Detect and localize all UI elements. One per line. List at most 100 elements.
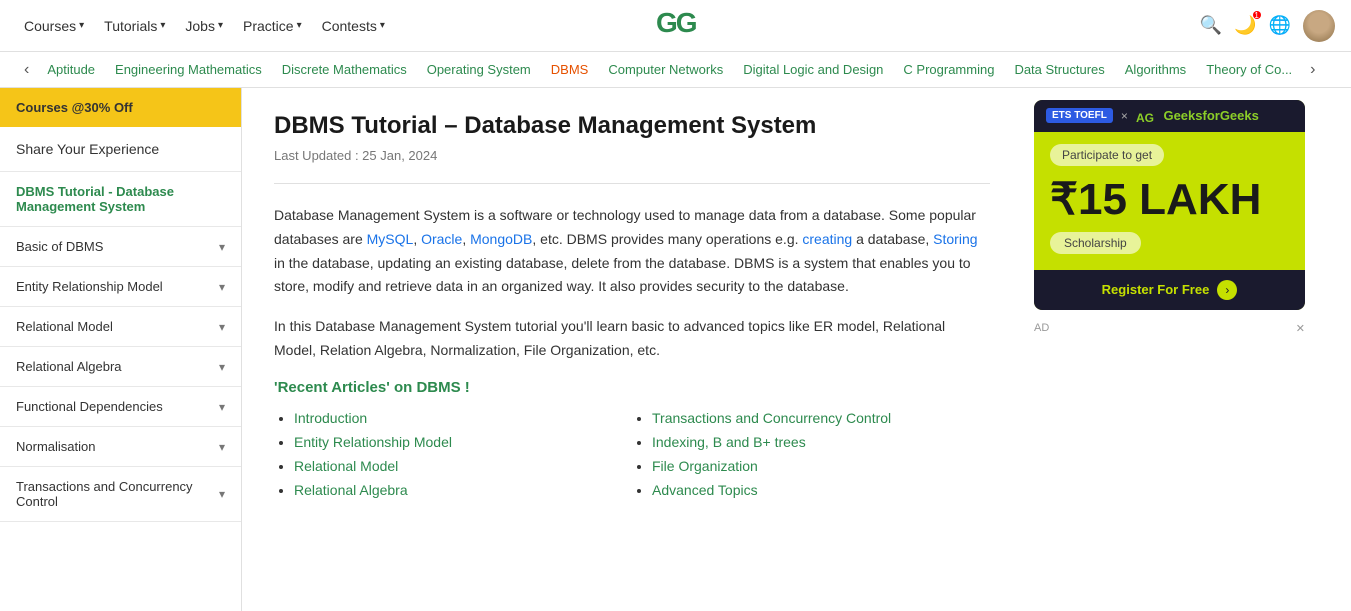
article-introduction-link[interactable]: Introduction — [294, 410, 367, 426]
relational-algebra-chevron-icon: ▾ — [219, 360, 225, 374]
nav-courses-label: Courses — [24, 18, 76, 34]
subnav-next-arrow[interactable]: › — [1302, 61, 1323, 79]
subnav-c-programming[interactable]: C Programming — [893, 52, 1004, 88]
nav-courses[interactable]: Courses ▾ — [16, 14, 92, 38]
article-relational-model-link[interactable]: Relational Model — [294, 458, 398, 474]
article-advanced-topics-link[interactable]: Advanced Topics — [652, 482, 758, 498]
page-title: DBMS Tutorial – Database Management Syst… — [274, 112, 990, 140]
ad-label: AD — [1034, 322, 1049, 334]
articles-list-right: Transactions and Concurrency Control Ind… — [632, 410, 990, 498]
nav-contests-label: Contests — [322, 18, 377, 34]
article-transactions-link[interactable]: Transactions and Concurrency Control — [652, 410, 891, 426]
nav-tutorials[interactable]: Tutorials ▾ — [96, 14, 173, 38]
list-item: Relational Model — [294, 458, 632, 474]
translate-icon[interactable]: 🌐 — [1269, 15, 1291, 36]
normalisation-chevron-icon: ▾ — [219, 440, 225, 454]
article-file-organization-link[interactable]: File Organization — [652, 458, 758, 474]
content-divider — [274, 183, 990, 184]
main-nav: Courses ▾ Tutorials ▾ Jobs ▾ Practice ▾ … — [16, 14, 1200, 38]
ad-box: ETS TOEFL × AG GeeksforGeeks Participate… — [1034, 100, 1305, 310]
articles-list-left: Introduction Entity Relationship Model R… — [274, 410, 632, 498]
sidebar-relational-algebra-label: Relational Algebra — [16, 359, 122, 374]
avatar[interactable] — [1303, 10, 1335, 42]
subnav-engineering-math[interactable]: Engineering Mathematics — [105, 52, 272, 88]
toefl-badge: ETS TOEFL — [1046, 108, 1113, 123]
subnav-operating-system[interactable]: Operating System — [417, 52, 541, 88]
sidebar-entity-relationship-label: Entity Relationship Model — [16, 279, 163, 294]
mysql-link[interactable]: MySQL — [367, 231, 414, 247]
sidebar-relational-algebra[interactable]: Relational Algebra ▾ — [0, 347, 241, 387]
article-indexing-link[interactable]: Indexing, B and B+ trees — [652, 434, 806, 450]
sidebar-relational-model-label: Relational Model — [16, 319, 113, 334]
svg-text:AG: AG — [1136, 111, 1154, 124]
subnav-digital-logic[interactable]: Digital Logic and Design — [733, 52, 893, 88]
functional-deps-chevron-icon: ▾ — [219, 400, 225, 414]
creating-link[interactable]: creating — [802, 231, 852, 247]
subnav-theory[interactable]: Theory of Co... — [1196, 52, 1302, 88]
sidebar-normalisation[interactable]: Normalisation ▾ — [0, 427, 241, 467]
nav-practice[interactable]: Practice ▾ — [235, 14, 310, 38]
dark-mode-icon[interactable]: 🌙 1 — [1234, 15, 1256, 36]
list-item: File Organization — [652, 458, 990, 474]
ad-amount: ₹15 LAKH — [1050, 178, 1261, 222]
subnav-prev-arrow[interactable]: ‹ — [16, 61, 37, 79]
storing-link[interactable]: Storing — [933, 231, 977, 247]
subnav-aptitude[interactable]: Aptitude — [37, 52, 105, 88]
ad-header: ETS TOEFL × AG GeeksforGeeks — [1034, 100, 1305, 132]
intro-paragraph-1: Database Management System is a software… — [274, 204, 990, 299]
nav-jobs-label: Jobs — [185, 18, 215, 34]
mongodb-link[interactable]: MongoDB — [470, 231, 532, 247]
nav-practice-label: Practice — [243, 18, 294, 34]
sidebar-entity-relationship[interactable]: Entity Relationship Model ▾ — [0, 267, 241, 307]
sidebar-normalisation-label: Normalisation — [16, 439, 95, 454]
ad-label-row: AD ✕ — [1034, 318, 1305, 339]
nav-contests[interactable]: Contests ▾ — [314, 14, 393, 38]
main-header: Courses ▾ Tutorials ▾ Jobs ▾ Practice ▾ … — [0, 0, 1351, 52]
main-layout: Courses @30% Off Share Your Experience D… — [0, 88, 1351, 611]
subnav-dbms[interactable]: DBMS — [541, 52, 599, 88]
sidebar-relational-model[interactable]: Relational Model ▾ — [0, 307, 241, 347]
article-entity-relationship-link[interactable]: Entity Relationship Model — [294, 434, 452, 450]
ad-register-label: Register For Free — [1102, 282, 1210, 297]
subnav-data-structures[interactable]: Data Structures — [1004, 52, 1114, 88]
nav-jobs[interactable]: Jobs ▾ — [177, 14, 231, 38]
ad-scholarship-text: Scholarship — [1050, 232, 1141, 254]
header-right: 🔍 🌙 1 🌐 — [1200, 10, 1335, 42]
ad-participate-text: Participate to get — [1050, 144, 1164, 166]
ad-x-separator: × — [1121, 109, 1128, 123]
sidebar-basic-dbms[interactable]: Basic of DBMS ▾ — [0, 227, 241, 267]
sidebar-share-label: Share Your Experience — [16, 141, 159, 157]
relational-model-chevron-icon: ▾ — [219, 320, 225, 334]
subnav-discrete-math[interactable]: Discrete Mathematics — [272, 52, 417, 88]
sidebar: Courses @30% Off Share Your Experience D… — [0, 88, 242, 611]
recent-articles-heading: 'Recent Articles' on DBMS ! — [274, 379, 990, 396]
articles-col-right: Transactions and Concurrency Control Ind… — [632, 410, 990, 506]
article-relational-algebra-link[interactable]: Relational Algebra — [294, 482, 408, 498]
search-icon[interactable]: 🔍 — [1200, 15, 1222, 36]
list-item: Relational Algebra — [294, 482, 632, 498]
ad-arrow-icon: › — [1217, 280, 1237, 300]
basic-dbms-chevron-icon: ▾ — [219, 240, 225, 254]
subnav-bar: ‹ Aptitude Engineering Mathematics Discr… — [0, 52, 1351, 88]
subnav-computer-networks[interactable]: Computer Networks — [598, 52, 733, 88]
sidebar-share[interactable]: Share Your Experience — [0, 127, 241, 172]
sidebar-functional-deps[interactable]: Functional Dependencies ▾ — [0, 387, 241, 427]
sidebar-active-item[interactable]: DBMS Tutorial - Database Management Syst… — [0, 172, 241, 227]
sidebar-functional-deps-label: Functional Dependencies — [16, 399, 163, 414]
sidebar-basic-dbms-label: Basic of DBMS — [16, 239, 103, 254]
ad-footer[interactable]: Register For Free › — [1034, 270, 1305, 310]
oracle-link[interactable]: Oracle — [421, 231, 462, 247]
sidebar-transactions[interactable]: Transactions and Concurrency Control ▾ — [0, 467, 241, 522]
tutorials-chevron-icon: ▾ — [160, 20, 165, 31]
sidebar-courses-btn[interactable]: Courses @30% Off — [0, 88, 241, 127]
site-logo[interactable]: GG — [652, 6, 700, 45]
nav-tutorials-label: Tutorials — [104, 18, 157, 34]
last-updated: Last Updated : 25 Jan, 2024 — [274, 148, 990, 163]
ad-close-icon[interactable]: ✕ — [1296, 322, 1305, 335]
list-item: Advanced Topics — [652, 482, 990, 498]
ad-body: Participate to get ₹15 LAKH Scholarship — [1034, 132, 1305, 270]
contests-chevron-icon: ▾ — [380, 20, 385, 31]
sidebar-transactions-label: Transactions and Concurrency Control — [16, 479, 219, 509]
subnav-algorithms[interactable]: Algorithms — [1115, 52, 1196, 88]
practice-chevron-icon: ▾ — [297, 20, 302, 31]
